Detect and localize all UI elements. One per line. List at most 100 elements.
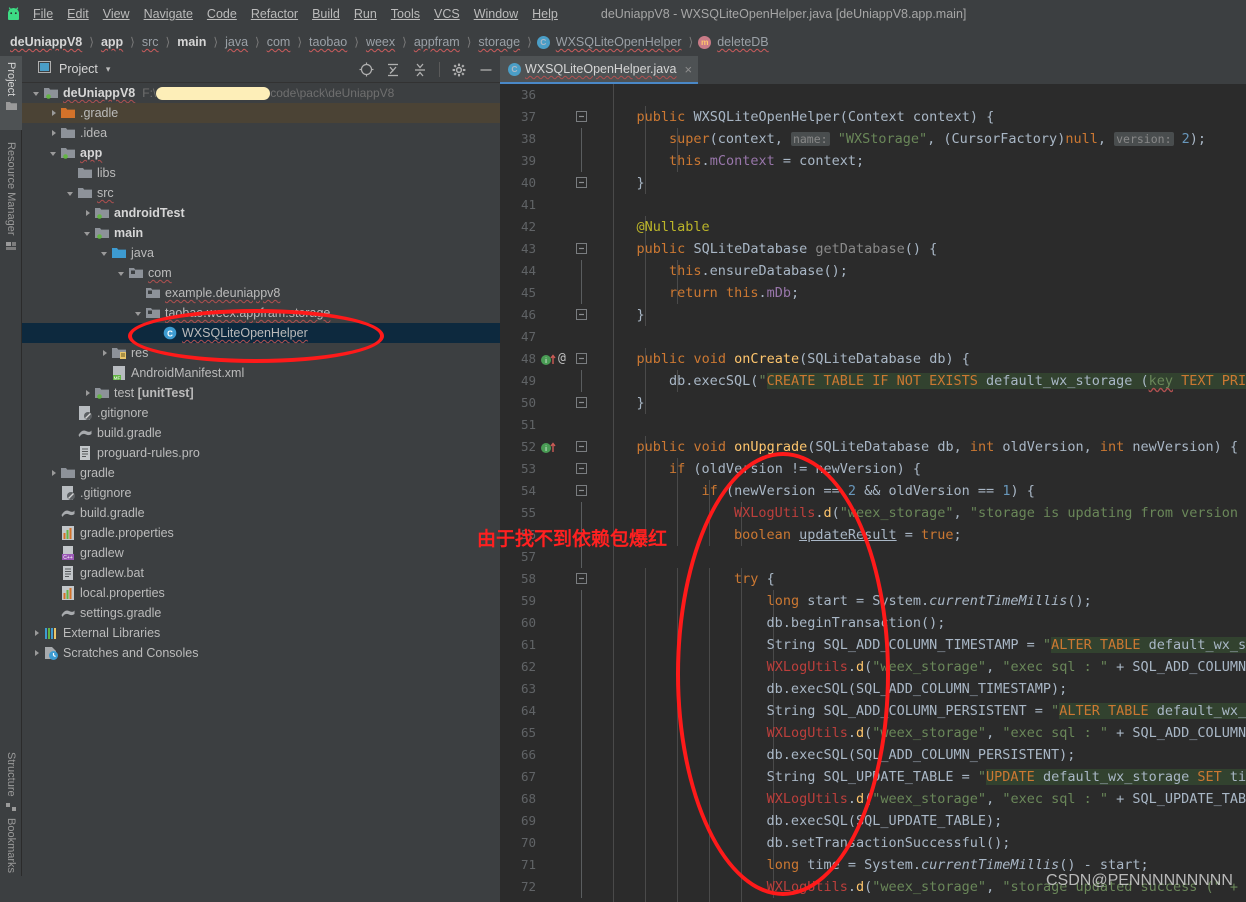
menu-code[interactable]: Code — [200, 0, 244, 28]
fold-toggle-icon[interactable] — [576, 485, 587, 496]
tree-node-test-unittest[interactable]: test [unitTest] — [22, 383, 500, 403]
fold-toggle-icon[interactable] — [576, 573, 587, 584]
code-line[interactable]: 45 return this.mDb; — [500, 282, 1246, 304]
tree-node-gradlew-bat[interactable]: gradlew.bat — [22, 563, 500, 583]
code-line[interactable]: 50 } — [500, 392, 1246, 414]
fold-toggle-icon[interactable] — [576, 243, 587, 254]
tree-node-scratches-and-consoles[interactable]: Scratches and Consoles — [22, 643, 500, 663]
menu-build[interactable]: Build — [305, 0, 347, 28]
tree-node-src[interactable]: src — [22, 183, 500, 203]
chevron-right-icon[interactable] — [100, 348, 111, 359]
fold-toggle-icon[interactable] — [576, 309, 587, 320]
chevron-right-icon[interactable] — [83, 208, 94, 219]
tree-node-androidtest[interactable]: androidTest — [22, 203, 500, 223]
code-line[interactable]: 54 if (newVersion == 2 && oldVersion == … — [500, 480, 1246, 502]
fold-toggle-icon[interactable] — [576, 397, 587, 408]
code-line[interactable]: 46 } — [500, 304, 1246, 326]
chevron-right-icon[interactable] — [49, 468, 60, 479]
breadcrumb-item-wxsqliteopenhelper[interactable]: C WXSQLiteOpenHelper ⟩ — [536, 35, 698, 49]
tree-node-example-deuniappv8[interactable]: example.deuniappv8 — [22, 283, 500, 303]
tree-node-idea[interactable]: .idea — [22, 123, 500, 143]
menu-tools[interactable]: Tools — [384, 0, 427, 28]
tree-node-com[interactable]: com — [22, 263, 500, 283]
chevron-down-icon[interactable]: ▾ — [106, 64, 111, 75]
breadcrumb-item-weex[interactable]: weex ⟩ — [364, 35, 412, 49]
tree-node-gradle-properties[interactable]: gradle.properties — [22, 523, 500, 543]
tree-node-proguard-rules-pro[interactable]: proguard-rules.pro — [22, 443, 500, 463]
tree-node-androidmanifest-xml[interactable]: MF AndroidManifest.xml — [22, 363, 500, 383]
code-line[interactable]: 43 public SQLiteDatabase getDatabase() { — [500, 238, 1246, 260]
chevron-down-icon[interactable] — [49, 148, 60, 159]
collapse-all-icon[interactable] — [412, 62, 428, 78]
code-line[interactable]: 39 this.mContext = context; — [500, 150, 1246, 172]
code-line[interactable]: 69 db.execSQL(SQL_UPDATE_TABLE); — [500, 810, 1246, 832]
breadcrumb-item-com[interactable]: com ⟩ — [265, 35, 307, 49]
breadcrumb-item-java[interactable]: java ⟩ — [223, 35, 265, 49]
chevron-down-icon[interactable] — [134, 308, 145, 319]
tree-node-gradle[interactable]: gradle — [22, 463, 500, 483]
chevron-right-icon[interactable] — [32, 628, 43, 639]
breadcrumb-item-main[interactable]: main ⟩ — [175, 35, 223, 49]
tree-node-gitignore[interactable]: .gitignore — [22, 403, 500, 423]
code-line[interactable]: 36 — [500, 84, 1246, 106]
code-line[interactable]: 44 this.ensureDatabase(); — [500, 260, 1246, 282]
fold-toggle-icon[interactable] — [576, 463, 587, 474]
breadcrumb-item-appfram[interactable]: appfram ⟩ — [412, 35, 477, 49]
menu-view[interactable]: View — [96, 0, 137, 28]
code-line[interactable]: 42 @Nullable — [500, 216, 1246, 238]
code-line[interactable]: 48 i @ public void onCreate(SQLiteDatabase… — [500, 348, 1246, 370]
chevron-down-icon[interactable] — [66, 188, 77, 199]
fold-toggle-icon[interactable] — [576, 177, 587, 188]
menu-vcs[interactable]: VCS — [427, 0, 467, 28]
fold-toggle-icon[interactable] — [576, 441, 587, 452]
chevron-right-icon[interactable] — [49, 108, 60, 119]
project-tree[interactable]: deUniappV8 F:\ code\pack\deUniappV8 .gradle… — [22, 83, 500, 902]
fold-toggle-icon[interactable] — [576, 111, 587, 122]
chevron-down-icon[interactable] — [83, 228, 94, 239]
select-opened-file-icon[interactable] — [358, 62, 374, 78]
code-line[interactable]: 41 — [500, 194, 1246, 216]
settings-gear-icon[interactable] — [451, 62, 467, 78]
tree-node-gitignore[interactable]: .gitignore — [22, 483, 500, 503]
chevron-right-icon[interactable] — [83, 388, 94, 399]
code-line[interactable]: 40 } — [500, 172, 1246, 194]
code-line[interactable]: 51 — [500, 414, 1246, 436]
breadcrumb-item-deletedb[interactable]: m deleteDB — [698, 35, 770, 49]
breadcrumb-item-app[interactable]: app ⟩ — [99, 35, 140, 49]
breadcrumb-item-src[interactable]: src ⟩ — [140, 35, 175, 49]
menu-edit[interactable]: Edit — [60, 0, 96, 28]
tree-node-main[interactable]: main — [22, 223, 500, 243]
chevron-right-icon[interactable] — [32, 648, 43, 659]
chevron-down-icon[interactable] — [117, 268, 128, 279]
close-icon[interactable]: × — [684, 62, 692, 77]
fold-toggle-icon[interactable] — [576, 353, 587, 364]
breadcrumb-item-deuniappv8[interactable]: deUniappV8 ⟩ — [8, 35, 99, 49]
menu-help[interactable]: Help — [525, 0, 565, 28]
menu-file[interactable]: File — [26, 0, 60, 28]
tree-node-deuniappv8[interactable]: deUniappV8 F:\ code\pack\deUniappV8 — [22, 83, 500, 103]
menu-navigate[interactable]: Navigate — [137, 0, 200, 28]
code-line[interactable]: 52 i public void onUpgrade(SQLiteDatabase… — [500, 436, 1246, 458]
breadcrumb-item-taobao[interactable]: taobao ⟩ — [307, 35, 364, 49]
expand-all-icon[interactable] — [385, 62, 401, 78]
tree-node-libs[interactable]: libs — [22, 163, 500, 183]
code-line[interactable]: 53 if (oldVersion != newVersion) { — [500, 458, 1246, 480]
override-impl-icon[interactable]: i — [540, 436, 562, 458]
hide-panel-icon[interactable] — [478, 62, 494, 78]
menu-window[interactable]: Window — [467, 0, 525, 28]
code-line[interactable]: 37 public WXSQLiteOpenHelper(Context con… — [500, 106, 1246, 128]
chevron-down-icon[interactable] — [32, 88, 43, 99]
breadcrumb-item-storage[interactable]: storage ⟩ — [476, 35, 536, 49]
code-line[interactable]: 49 db.execSQL("CREATE TABLE IF NOT EXIST… — [500, 370, 1246, 392]
tree-node-build-gradle[interactable]: build.gradle — [22, 503, 500, 523]
tree-node-local-properties[interactable]: local.properties — [22, 583, 500, 603]
tree-node-external-libraries[interactable]: External Libraries — [22, 623, 500, 643]
menu-run[interactable]: Run — [347, 0, 384, 28]
code-line[interactable]: 38 super(context, name: "WXStorage", (Cu… — [500, 128, 1246, 150]
annotation-marker-icon[interactable]: @ — [558, 348, 566, 370]
code-line[interactable]: 55 WXLogUtils.d("weex_storage", "storage… — [500, 502, 1246, 524]
chevron-right-icon[interactable] — [49, 128, 60, 139]
tree-node-java[interactable]: java — [22, 243, 500, 263]
chevron-down-icon[interactable] — [100, 248, 111, 259]
tree-node-gradle[interactable]: .gradle — [22, 103, 500, 123]
